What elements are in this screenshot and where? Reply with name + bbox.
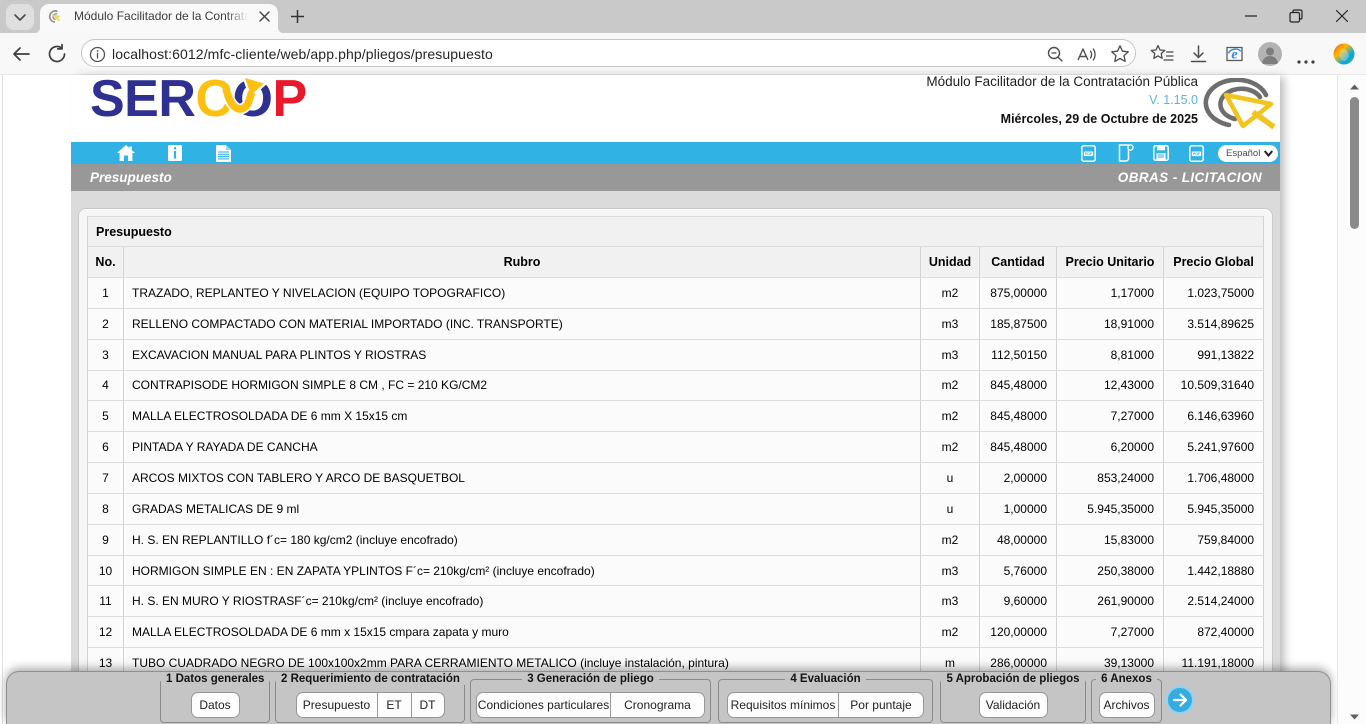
svg-text:PDF: PDF [1085,152,1093,156]
svg-text:PDF: PDF [1193,152,1201,156]
